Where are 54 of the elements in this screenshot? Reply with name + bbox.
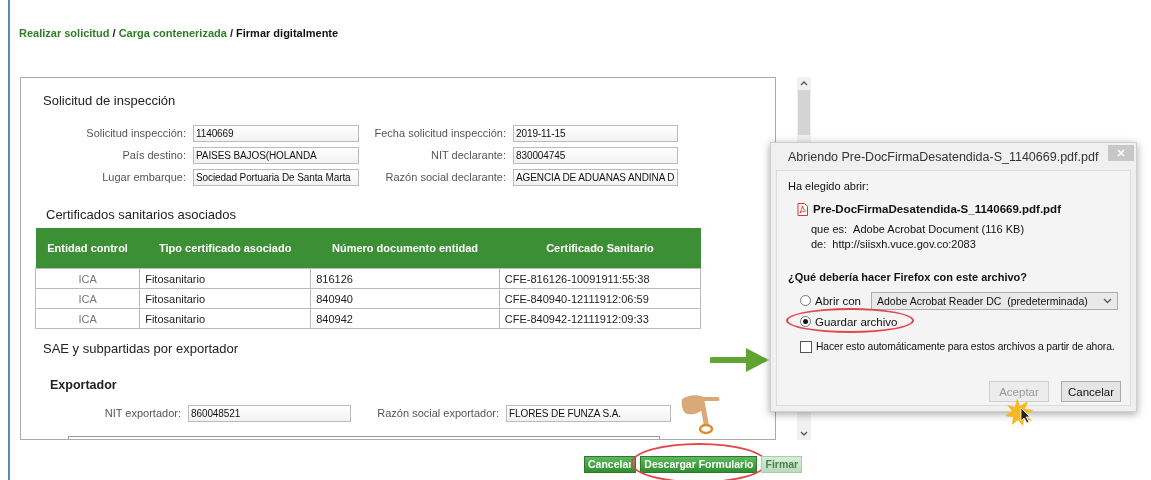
table-cell: ICA (35, 308, 140, 329)
column-header: Número documento entidad (310, 228, 500, 269)
field-label: NIT exportador: (103, 407, 182, 419)
text-field[interactable]: FLORES DE FUNZA S.A. (506, 404, 671, 422)
source-url: http://siisxh.vuce.gov.co:2083 (832, 237, 976, 250)
field-label: NIT declarante: (430, 149, 507, 161)
type-label: que es: (811, 222, 848, 235)
table-cell: Fitosanitario (139, 288, 311, 309)
field-label: Razón social exportador: (376, 407, 500, 419)
table-cell: 840940 (310, 288, 500, 309)
table-cell: CFE-816126-10091911:55:38 (499, 268, 701, 289)
text-field[interactable]: AGENCIA DE ADUANAS ANDINA D (513, 168, 678, 186)
table-cell: Fitosanitario (139, 308, 311, 329)
field-label: Lugar embarque: (101, 171, 187, 183)
section-title: SAE y subpartidas por exportador (43, 341, 239, 356)
table-cell: 816126 (310, 268, 500, 289)
checkbox-label[interactable]: Hacer esto automáticamente para estos archivos a partir de ahora. (816, 341, 1115, 352)
section-title: Solicitud de inspección (43, 93, 176, 108)
app-dropdown[interactable]: Adobe Acrobat Reader DC (predeterminada) (871, 291, 1119, 310)
column-header: Tipo certificado asociado (139, 228, 311, 269)
dialog-title: Abriendo Pre-DocFirmaDesatendida-S_1140669.pdf.pdf (788, 149, 1099, 164)
table-cell: 840942 (310, 308, 500, 329)
table-cell: Fitosanitario (139, 268, 311, 289)
field-label: Fecha solicitud inspección: (373, 127, 507, 139)
field-label: País destino: (121, 149, 187, 161)
field-label: Razón social declarante: (384, 171, 507, 183)
question-text: ¿Qué debería hacer Firefox con este archivo? (788, 271, 1028, 283)
type-value: Adobe Acrobat Document (116 KB) (853, 222, 1025, 235)
option-label[interactable]: Guardar archivo (815, 315, 898, 328)
subsection-title: Exportador (50, 378, 117, 392)
breadcrumb-link[interactable]: Carga contenerizada (118, 27, 227, 39)
field-label: Solicitud inspección: (85, 127, 187, 139)
column-header: Entidad control (35, 228, 140, 269)
table-cell: ICA (35, 288, 140, 309)
text-field[interactable]: PAISES BAJOS(HOLANDA (193, 146, 359, 164)
text-field[interactable]: 1140669 (193, 124, 359, 142)
text-field[interactable]: 830004745 (513, 146, 678, 164)
text-field[interactable]: 860048521 (188, 404, 351, 422)
file-name: Pre-DocFirmaDesatendida-S_1140669.pdf.pdf (813, 203, 1061, 215)
table-cell: CFE-840942-12111912:09:33 (499, 308, 701, 329)
source-label: de: (811, 237, 827, 250)
intro-text: Ha elegido abrir: (788, 180, 869, 192)
text-field[interactable]: 2019-11-15 (513, 124, 678, 142)
table-cell: ICA (35, 268, 140, 289)
section-title: Certificados sanitarios asociados (46, 207, 237, 222)
table-cell: CFE-840940-12111912:06:59 (499, 288, 701, 309)
breadcrumb-link[interactable]: Realizar solicitud (19, 27, 110, 39)
column-header: Certificado Sanitario (499, 228, 701, 269)
option-label[interactable]: Abrir con (815, 294, 862, 307)
breadcrumb-separator: / (229, 27, 233, 39)
breadcrumb-current: Firmar digitalmente (236, 27, 339, 39)
text-field[interactable]: Sociedad Portuaria De Santa Marta (193, 168, 359, 186)
dialog-button[interactable]: Cancelar (1061, 381, 1121, 402)
breadcrumb-separator: / (112, 27, 116, 39)
